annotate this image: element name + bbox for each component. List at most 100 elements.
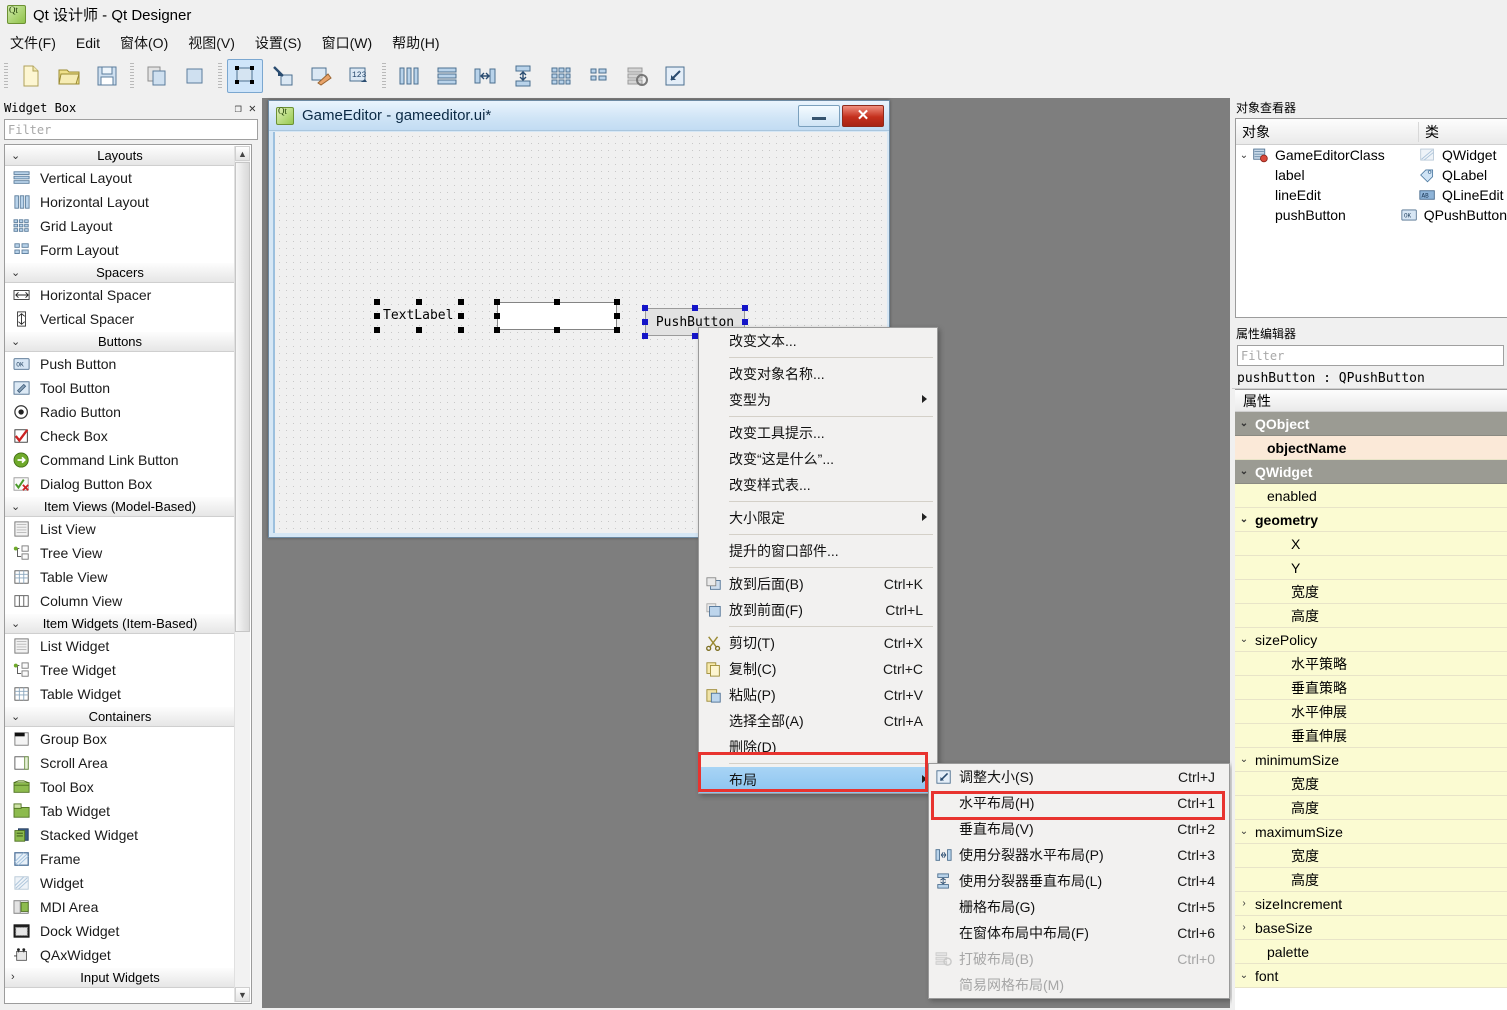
- context-menu-item-3[interactable]: 变型为: [699, 387, 937, 413]
- scroll-thumb[interactable]: [235, 162, 250, 632]
- adjust-size-icon[interactable]: [657, 59, 693, 93]
- widget-box-item-mdi-area[interactable]: MDI Area: [5, 895, 235, 919]
- paste-icon[interactable]: [177, 59, 213, 93]
- canvas-widget-lineedit[interactable]: [494, 299, 620, 333]
- menu-form[interactable]: 窗体(O): [110, 30, 178, 56]
- property-table[interactable]: 属性 ⌄ QObject objectName ⌄ QWidget enabled ⌄ geo…: [1235, 389, 1507, 1010]
- toolbar-grip-4[interactable]: [382, 63, 386, 89]
- widget-box-item-frame[interactable]: Frame: [5, 847, 235, 871]
- property-row[interactable]: 宽度: [1235, 772, 1507, 796]
- toolbar-grip-3[interactable]: [218, 63, 222, 89]
- property-row[interactable]: ⌄ sizePolicy: [1235, 628, 1507, 652]
- widget-box-item-column-view[interactable]: Column View: [5, 589, 235, 613]
- context-menu-item-19[interactable]: 选择全部(A) Ctrl+A: [699, 708, 937, 734]
- property-row[interactable]: X: [1235, 532, 1507, 556]
- widget-box-category-input-widgets[interactable]: › Input Widgets: [5, 967, 235, 988]
- property-row[interactable]: 高度: [1235, 868, 1507, 892]
- object-tree-row[interactable]: label QLabel: [1236, 165, 1507, 185]
- widget-box-item-form-layout[interactable]: Form Layout: [5, 238, 235, 262]
- widget-box-item-horizontal-layout[interactable]: Horizontal Layout: [5, 190, 235, 214]
- chevron-down-icon[interactable]: ⌄: [1235, 634, 1253, 645]
- property-row[interactable]: ⌄ minimumSize: [1235, 748, 1507, 772]
- close-button[interactable]: ✕: [842, 104, 884, 127]
- widget-box-item-radio-button[interactable]: Radio Button: [5, 400, 235, 424]
- object-tree[interactable]: 对象 类 ⌄ GameEditorClass QWidget label QLabel l…: [1235, 118, 1507, 318]
- close-icon[interactable]: ✕: [249, 102, 256, 114]
- widget-box-item-stacked-widget[interactable]: Stacked Widget: [5, 823, 235, 847]
- widget-box-item-vertical-layout[interactable]: Vertical Layout: [5, 166, 235, 190]
- widget-box-item-dock-widget[interactable]: Dock Widget: [5, 919, 235, 943]
- menu-help[interactable]: 帮助(H): [382, 30, 449, 56]
- context-menu-item-14[interactable]: 放到前面(F) Ctrl+L: [699, 597, 937, 623]
- widget-box-item-tool-box[interactable]: Tool Box: [5, 775, 235, 799]
- property-row[interactable]: 垂直伸展: [1235, 724, 1507, 748]
- chevron-down-icon[interactable]: ⌄: [1236, 150, 1252, 161]
- chevron-right-icon[interactable]: ›: [1235, 898, 1253, 909]
- minimize-button[interactable]: [798, 104, 840, 127]
- widget-box-item-tree-widget[interactable]: Tree Widget: [5, 658, 235, 682]
- widget-box-scrollbar[interactable]: ▲ ▼: [234, 146, 250, 1002]
- chevron-down-icon[interactable]: ⌄: [1235, 514, 1253, 525]
- property-row[interactable]: objectName: [1235, 436, 1507, 460]
- context-menu-item-2[interactable]: 改变对象名称...: [699, 361, 937, 387]
- widget-box-item-tab-widget[interactable]: Tab Widget: [5, 799, 235, 823]
- property-row[interactable]: enabled: [1235, 484, 1507, 508]
- context-menu-item-18[interactable]: 粘贴(P) Ctrl+V: [699, 682, 937, 708]
- edit-buddies-icon[interactable]: [303, 59, 339, 93]
- canvas-widget-label[interactable]: TextLabel: [374, 299, 464, 333]
- context-menu-item-7[interactable]: 改变样式表...: [699, 472, 937, 498]
- widget-box-category-item-widgets-item-based[interactable]: ⌄ Item Widgets (Item-Based): [5, 613, 235, 634]
- widget-box-category-layouts[interactable]: ⌄ Layouts: [5, 145, 235, 166]
- property-row[interactable]: ⌄ QWidget: [1235, 460, 1507, 484]
- save-form-icon[interactable]: [89, 59, 125, 93]
- object-tree-row[interactable]: pushButton OK QPushButton: [1236, 205, 1507, 225]
- edit-tab-order-icon[interactable]: 123: [341, 59, 377, 93]
- layout-submenu-item-0[interactable]: 调整大小(S) Ctrl+J: [929, 764, 1229, 790]
- context-menu-item-0[interactable]: 改变文本...: [699, 328, 937, 354]
- chevron-down-icon[interactable]: ⌄: [1235, 466, 1253, 477]
- menu-settings[interactable]: 设置(S): [245, 30, 312, 56]
- widget-box-item-horizontal-spacer[interactable]: Horizontal Spacer: [5, 283, 235, 307]
- context-menu-item-22[interactable]: 布局: [699, 767, 937, 793]
- property-row[interactable]: 垂直策略: [1235, 676, 1507, 700]
- chevron-down-icon[interactable]: ⌄: [1235, 826, 1253, 837]
- context-menu-item-16[interactable]: 剪切(T) Ctrl+X: [699, 630, 937, 656]
- property-row[interactable]: 水平伸展: [1235, 700, 1507, 724]
- property-row[interactable]: 宽度: [1235, 844, 1507, 868]
- layout-submenu-item-3[interactable]: 使用分裂器水平布局(P) Ctrl+3: [929, 842, 1229, 868]
- widget-box-item-scroll-area[interactable]: Scroll Area: [5, 751, 235, 775]
- property-row[interactable]: 高度: [1235, 796, 1507, 820]
- layout-submenu-item-1[interactable]: 水平布局(H) Ctrl+1: [929, 790, 1229, 816]
- chevron-down-icon[interactable]: ⌄: [1235, 418, 1253, 429]
- layout-grid-icon[interactable]: [543, 59, 579, 93]
- widget-box-category-spacers[interactable]: ⌄ Spacers: [5, 262, 235, 283]
- break-layout-icon[interactable]: [619, 59, 655, 93]
- layout-horizontal-icon[interactable]: [391, 59, 427, 93]
- context-menu-item-11[interactable]: 提升的窗口部件...: [699, 538, 937, 564]
- widget-box-item-dialog-button-box[interactable]: Dialog Button Box: [5, 472, 235, 496]
- context-menu-item-20[interactable]: 删除(D): [699, 734, 937, 760]
- property-row[interactable]: ⌄ maximumSize: [1235, 820, 1507, 844]
- layout-submenu-item-5[interactable]: 栅格布局(G) Ctrl+5: [929, 894, 1229, 920]
- object-tree-row[interactable]: lineEdit AB QLineEdit: [1236, 185, 1507, 205]
- chevron-right-icon[interactable]: ›: [1235, 922, 1253, 933]
- context-menu-item-17[interactable]: 复制(C) Ctrl+C: [699, 656, 937, 682]
- widget-box-item-table-view[interactable]: Table View: [5, 565, 235, 589]
- widget-box-category-item-views-model-based[interactable]: ⌄ Item Views (Model-Based): [5, 496, 235, 517]
- edit-widgets-icon[interactable]: [227, 59, 263, 93]
- widget-box-item-command-link-button[interactable]: Command Link Button: [5, 448, 235, 472]
- widget-box-item-vertical-spacer[interactable]: Vertical Spacer: [5, 307, 235, 331]
- chevron-down-icon[interactable]: ⌄: [1235, 970, 1253, 981]
- property-row[interactable]: ⌄ QObject: [1235, 412, 1507, 436]
- property-row[interactable]: palette: [1235, 940, 1507, 964]
- widget-box-item-list-widget[interactable]: List Widget: [5, 634, 235, 658]
- form-window-title-bar[interactable]: GameEditor - gameeditor.ui* ✕: [269, 101, 889, 131]
- layout-form-icon[interactable]: [581, 59, 617, 93]
- widget-box-item-grid-layout[interactable]: Grid Layout: [5, 214, 235, 238]
- layout-splitter-h-icon[interactable]: [467, 59, 503, 93]
- widget-box-item-table-widget[interactable]: Table Widget: [5, 682, 235, 706]
- widget-box-item-tool-button[interactable]: Tool Button: [5, 376, 235, 400]
- property-row[interactable]: › sizeIncrement: [1235, 892, 1507, 916]
- open-form-icon[interactable]: [51, 59, 87, 93]
- widget-box-item-tree-view[interactable]: Tree View: [5, 541, 235, 565]
